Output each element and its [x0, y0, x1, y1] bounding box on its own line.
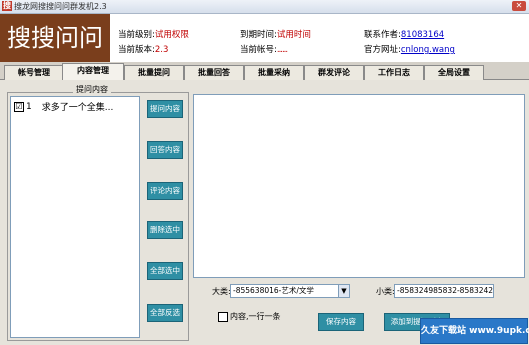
answer-content-button[interactable]: 回答内容 [147, 141, 183, 159]
tab-account[interactable]: 帐号管理 [4, 65, 64, 80]
expire-value: 试用时间 [276, 30, 311, 40]
tab-work-log[interactable]: 工作日志 [364, 65, 424, 80]
expire-info: 到期时间:试用时间 [240, 28, 311, 40]
tab-content[interactable]: 内容管理 [62, 63, 124, 81]
app-icon: 搜 [2, 1, 12, 11]
contact-info: 联系作者:81083164 [364, 28, 444, 40]
delete-selected-button[interactable]: 删除选中 [147, 221, 183, 239]
comment-content-button[interactable]: 评论内容 [147, 182, 183, 200]
title-bar: 搜 搜龙网搜搜问问群发机2.3 ✕ [0, 0, 529, 14]
question-list[interactable]: ☑ 1 求多了一个全集... [10, 96, 140, 338]
site-link[interactable]: cnlong.wang [401, 45, 455, 55]
tab-mass-comment[interactable]: 群发评论 [304, 65, 364, 80]
account-label: 当前帐号: [240, 45, 277, 55]
expire-label: 到期时间: [240, 30, 277, 40]
tab-batch-adopt[interactable]: 批量采纳 [244, 65, 304, 80]
one-per-line-option[interactable]: 内容,一行一条 [218, 311, 281, 322]
list-item-text: 求多了一个全集... [41, 103, 114, 113]
content-textarea[interactable] [193, 94, 525, 278]
tab-bar: 帐号管理 内容管理 批量提问 批量回答 批量采纳 群发评论 工作日志 全局设置 [0, 63, 529, 81]
group-title: 提问内容 [73, 84, 111, 95]
account-info: 当前帐号:...... [240, 43, 288, 55]
version-value: 2.3 [154, 45, 169, 55]
level-value: 试用权限 [154, 30, 189, 40]
chevron-down-icon[interactable]: ▼ [338, 284, 350, 298]
tab-batch-answer[interactable]: 批量回答 [184, 65, 244, 80]
tab-batch-ask[interactable]: 批量提问 [124, 65, 184, 80]
watermark-badge: 久友下载站 www.9upk.com [420, 318, 529, 344]
question-content-button[interactable]: 提问内容 [147, 100, 183, 118]
category-select[interactable]: -855638016-艺术/文学 [230, 284, 340, 298]
contact-link[interactable]: 81083164 [401, 30, 444, 40]
site-info: 官方网址:cnlong.wang [364, 43, 455, 55]
level-label: 当前级别: [118, 30, 155, 40]
version-label: 当前版本: [118, 45, 155, 55]
list-item[interactable]: ☑ 1 求多了一个全集... [14, 100, 113, 113]
subcategory-label: 小类: [376, 287, 395, 296]
save-content-button[interactable]: 保存内容 [318, 313, 364, 331]
checkbox-icon[interactable] [218, 311, 228, 322]
app-logo: 搜搜问问 [0, 14, 110, 62]
one-per-line-label: 内容,一行一条 [230, 312, 281, 321]
checkbox-icon[interactable]: ☑ [14, 101, 24, 112]
level-info: 当前级别:试用权限 [118, 28, 189, 40]
category-label: 大类: [212, 287, 231, 296]
contact-label: 联系作者: [364, 30, 401, 40]
select-all-button[interactable]: 全部选中 [147, 262, 183, 280]
subcategory-select[interactable]: -858324985832-858324248325 [394, 284, 494, 298]
list-item-index: 1 [26, 101, 32, 112]
account-value: ...... [276, 45, 288, 55]
tab-global-settings[interactable]: 全局设置 [424, 65, 484, 80]
window-title: 搜龙网搜搜问问群发机2.3 [14, 2, 107, 11]
invert-selection-button[interactable]: 全部反选 [147, 304, 183, 322]
version-info: 当前版本:2.3 [118, 43, 168, 55]
site-label: 官方网址: [364, 45, 401, 55]
close-button[interactable]: ✕ [512, 1, 526, 11]
